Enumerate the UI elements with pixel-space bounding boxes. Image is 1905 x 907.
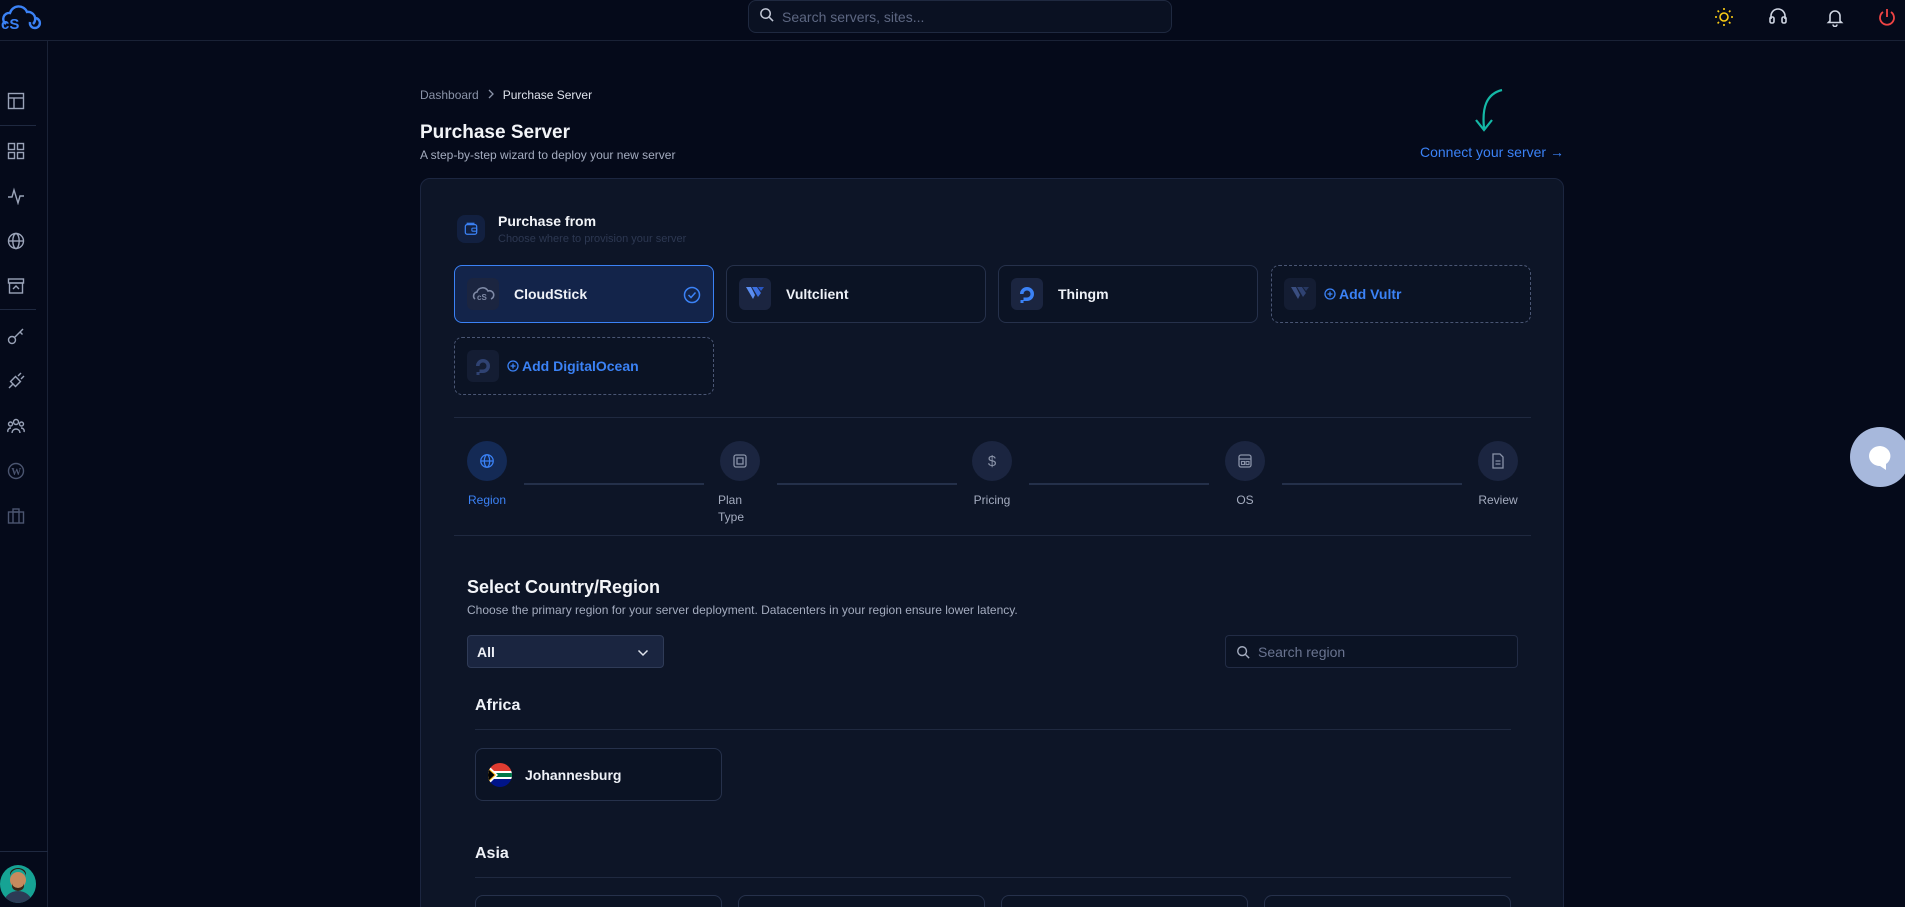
digitalocean-icon — [467, 350, 499, 382]
search-placeholder: Search servers, sites... — [782, 8, 925, 25]
sidebar-wordpress-icon[interactable]: W — [4, 459, 28, 483]
svg-text:cS: cS — [477, 293, 487, 302]
region-card[interactable] — [1001, 895, 1248, 907]
region-card[interactable] — [738, 895, 985, 907]
sidebar-servers-grid-icon[interactable] — [4, 139, 28, 163]
step-connector — [1029, 483, 1209, 485]
breadcrumb: Dashboard Purchase Server — [420, 88, 592, 102]
sidebar-activity-icon[interactable] — [4, 184, 28, 208]
plus-circle-icon — [1324, 288, 1336, 300]
sidebar-deploy-icon[interactable] — [4, 274, 28, 298]
sidebar-briefcase-icon[interactable] — [4, 504, 28, 528]
chat-icon — [1869, 446, 1891, 470]
region-card[interactable] — [475, 895, 722, 907]
sidebar-team-icon[interactable] — [4, 414, 28, 438]
vultr-icon — [1284, 278, 1316, 310]
vultr-icon — [739, 278, 771, 310]
purchase-wizard-card: Purchase from Choose where to provision … — [420, 178, 1564, 907]
support-headset-icon[interactable] — [1765, 4, 1791, 30]
divider — [475, 729, 1511, 730]
page-title: Purchase Server — [420, 122, 570, 143]
provider-card-thingm[interactable]: Thingm — [998, 265, 1258, 323]
continent-title-asia: Asia — [475, 845, 509, 862]
connect-your-server-link[interactable]: Connect your server → — [1420, 144, 1564, 160]
notifications-bell-icon[interactable] — [1822, 4, 1848, 30]
step-pricing-dollar-icon[interactable]: $ — [972, 441, 1012, 481]
step-review-document-icon[interactable] — [1478, 441, 1518, 481]
region-search-input[interactable]: Search region — [1225, 635, 1518, 668]
cloudstick-icon: cS — [467, 278, 499, 310]
chat-support-bubble[interactable] — [1850, 427, 1905, 487]
chevron-down-icon — [637, 644, 649, 660]
region-search-placeholder: Search region — [1258, 643, 1346, 660]
step-label-os: OS — [1236, 493, 1254, 507]
sidebar: W — [0, 41, 48, 907]
divider — [454, 417, 1531, 418]
plus-circle-icon — [507, 360, 519, 372]
provider-label: CloudStick — [514, 286, 588, 302]
wallet-icon — [457, 215, 485, 243]
svg-text:cS: cS — [1, 16, 19, 32]
step-label-plan-type: Plan Type — [718, 493, 745, 524]
search-icon — [759, 7, 774, 27]
add-digitalocean-card[interactable]: Add DigitalOcean — [454, 337, 714, 395]
continent-filter-value: All — [477, 643, 495, 660]
provider-card-cloudstick[interactable]: cS CloudStick — [454, 265, 714, 323]
sidebar-keys-icon[interactable] — [4, 324, 28, 348]
select-region-subtitle: Choose the primary region for your serve… — [467, 603, 1018, 617]
step-label-review: Review — [1478, 493, 1518, 507]
region-name: Johannesburg — [525, 766, 622, 783]
sidebar-integrations-plug-icon[interactable] — [4, 369, 28, 393]
add-vultr-card[interactable]: Add Vultr — [1271, 265, 1531, 323]
theme-toggle-sun-icon[interactable] — [1711, 4, 1737, 30]
logout-power-icon[interactable] — [1874, 4, 1900, 30]
digitalocean-icon — [1011, 278, 1043, 310]
step-connector — [1282, 483, 1462, 485]
purchase-from-subtitle: Choose where to provision your server — [498, 233, 687, 245]
provider-card-vultclient[interactable]: Vultclient — [726, 265, 986, 323]
curved-arrow-icon — [1470, 88, 1506, 139]
step-region-globe-icon[interactable] — [467, 441, 507, 481]
step-connector — [524, 483, 704, 485]
selected-check-icon — [683, 286, 701, 309]
sidebar-divider — [0, 851, 48, 852]
add-vultr-label: Add Vultr — [1339, 286, 1402, 302]
step-connector — [777, 483, 957, 485]
step-label-pricing: Pricing — [973, 493, 1011, 507]
user-avatar[interactable] — [0, 865, 36, 903]
region-card[interactable] — [1264, 895, 1511, 907]
sidebar-dashboard-icon[interactable] — [4, 89, 28, 113]
breadcrumb-chevron-icon — [487, 88, 495, 102]
provider-label: Thingm — [1058, 286, 1109, 302]
step-os-icon[interactable] — [1225, 441, 1265, 481]
sidebar-sites-globe-icon[interactable] — [4, 229, 28, 253]
divider — [475, 877, 1511, 878]
provider-label: Vultclient — [786, 286, 849, 302]
breadcrumb-dashboard-link[interactable]: Dashboard — [420, 88, 479, 102]
purchase-from-title: Purchase from — [498, 213, 597, 229]
continent-filter-select[interactable]: All — [467, 635, 664, 668]
top-bar: cS Search servers, sites... — [0, 0, 1905, 41]
svg-text:W: W — [11, 467, 21, 478]
continent-title-africa: Africa — [475, 697, 521, 714]
search-icon — [1236, 645, 1250, 659]
divider — [454, 535, 1531, 536]
cloudstick-logo[interactable]: cS — [0, 4, 42, 33]
sidebar-divider — [0, 125, 36, 126]
step-label-region: Region — [467, 493, 507, 507]
global-search-input[interactable]: Search servers, sites... — [748, 0, 1172, 33]
region-card-johannesburg[interactable]: Johannesburg — [475, 748, 722, 801]
page-subtitle: A step-by-step wizard to deploy your new… — [420, 148, 676, 162]
step-plan-type-chip-icon[interactable] — [720, 441, 760, 481]
add-digitalocean-label: Add DigitalOcean — [522, 358, 639, 374]
select-region-title: Select Country/Region — [467, 577, 661, 597]
south-africa-flag-icon — [488, 762, 512, 787]
breadcrumb-current: Purchase Server — [502, 88, 593, 102]
sidebar-divider — [0, 309, 36, 310]
